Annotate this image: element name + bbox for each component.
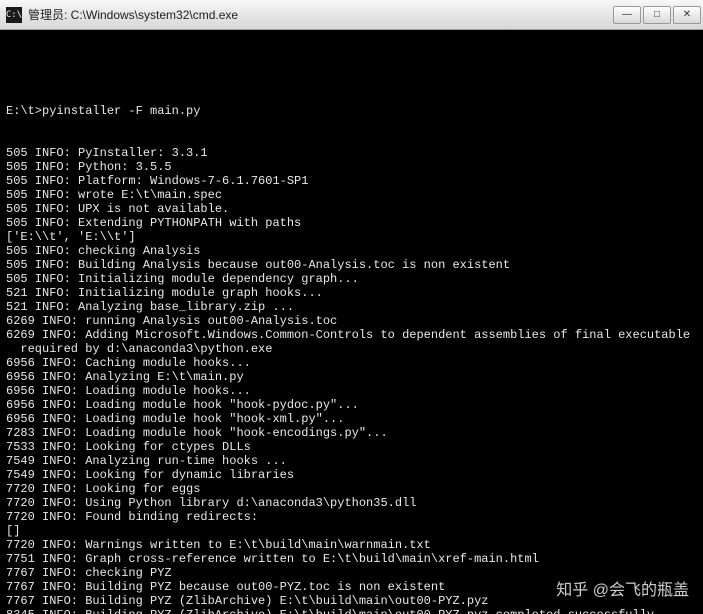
output-line: 7533 INFO: Looking for ctypes DLLs [6,440,697,454]
output-line: 505 INFO: UPX is not available. [6,202,697,216]
output-line: 8345 INFO: Building PYZ (ZlibArchive) E:… [6,608,697,614]
window-controls: — □ ✕ [613,6,701,24]
typed-command: pyinstaller -F main.py [42,104,200,118]
output-line: required by d:\anaconda3\python.exe [6,342,697,356]
output-line: 7767 INFO: Building PYZ (ZlibArchive) E:… [6,594,697,608]
output-line: 6956 INFO: Loading module hook "hook-xml… [6,412,697,426]
output-line: 6269 INFO: running Analysis out00-Analys… [6,314,697,328]
output-line: 7720 INFO: Found binding redirects: [6,510,697,524]
output-line: 6956 INFO: Caching module hooks... [6,356,697,370]
output-line: 7283 INFO: Loading module hook "hook-enc… [6,426,697,440]
output-line: 505 INFO: Extending PYTHONPATH with path… [6,216,697,230]
output-line: 7720 INFO: Looking for eggs [6,482,697,496]
output-line: 6956 INFO: Loading module hook "hook-pyd… [6,398,697,412]
output-line: 7549 INFO: Analyzing run-time hooks ... [6,454,697,468]
output-line: 7767 INFO: checking PYZ [6,566,697,580]
output-line: 521 INFO: Analyzing base_library.zip ... [6,300,697,314]
output-line: 7549 INFO: Looking for dynamic libraries [6,468,697,482]
output-line: 505 INFO: Platform: Windows-7-6.1.7601-S… [6,174,697,188]
blank-line [6,62,697,76]
output-line: 6269 INFO: Adding Microsoft.Windows.Comm… [6,328,697,342]
output-lines: 505 INFO: PyInstaller: 3.3.1505 INFO: Py… [6,146,697,614]
close-button[interactable]: ✕ [673,6,701,24]
output-line: 7720 INFO: Using Python library d:\anaco… [6,496,697,510]
output-line: ['E:\\t', 'E:\\t'] [6,230,697,244]
output-line: 505 INFO: Initializing module dependency… [6,272,697,286]
output-line: 505 INFO: PyInstaller: 3.3.1 [6,146,697,160]
output-line: 7720 INFO: Warnings written to E:\t\buil… [6,538,697,552]
output-line: 505 INFO: wrote E:\t\main.spec [6,188,697,202]
window-title: 管理员: C:\Windows\system32\cmd.exe [28,6,238,23]
output-line: 505 INFO: Python: 3.5.5 [6,160,697,174]
prompt: E:\t> [6,104,42,118]
maximize-button[interactable]: □ [643,6,671,24]
output-line: 505 INFO: checking Analysis [6,244,697,258]
output-line: 7751 INFO: Graph cross-reference written… [6,552,697,566]
window-titlebar[interactable]: C:\ 管理员: C:\Windows\system32\cmd.exe — □… [0,0,703,30]
output-line: 505 INFO: Building Analysis because out0… [6,258,697,272]
output-line: [] [6,524,697,538]
minimize-button[interactable]: — [613,6,641,24]
cmd-icon: C:\ [6,7,22,23]
output-line: 521 INFO: Initializing module graph hook… [6,286,697,300]
output-line: 7767 INFO: Building PYZ because out00-PY… [6,580,697,594]
command-line: E:\t>pyinstaller -F main.py [6,104,697,118]
output-line: 6956 INFO: Analyzing E:\t\main.py [6,370,697,384]
terminal-output[interactable]: E:\t>pyinstaller -F main.py 505 INFO: Py… [0,30,703,614]
output-line: 6956 INFO: Loading module hooks... [6,384,697,398]
